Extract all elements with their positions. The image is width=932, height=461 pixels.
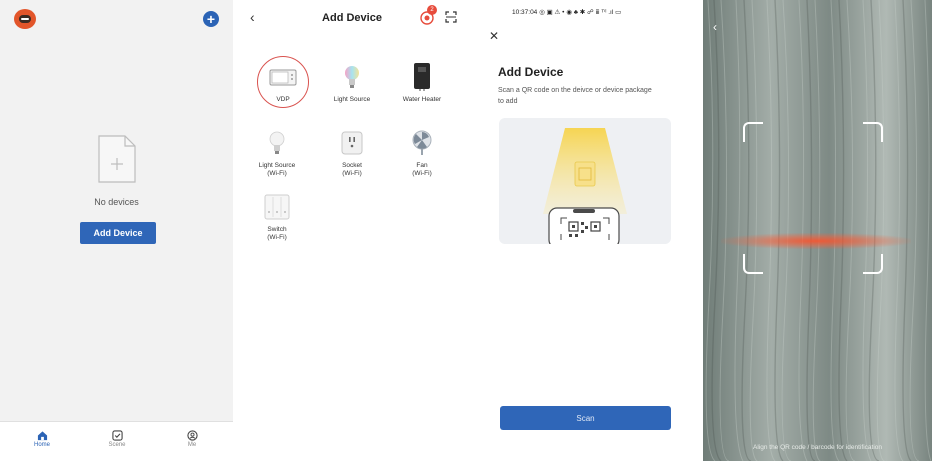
tab-scene[interactable]: Scene (97, 428, 137, 448)
status-time: 10:37:04 (512, 9, 538, 16)
scan-frame-corner (743, 254, 763, 274)
device-connectivity: (Wi-Fi) (267, 170, 287, 177)
phone-scan-illustration (499, 118, 671, 244)
back-chevron-icon[interactable]: ‹ (713, 20, 717, 34)
qr-camera-screen: ‹ Align the QR code / barcode for identi… (703, 0, 932, 461)
device-name: Socket (342, 162, 362, 169)
device-name: Fan (416, 162, 428, 169)
notification-badge: 2 (427, 5, 437, 15)
scan-frame-corner (743, 122, 763, 142)
device-connectivity: (Wi-Fi) (267, 234, 287, 241)
user-icon (186, 428, 198, 441)
device-item-switch-wifi[interactable]: Switch (Wi-Fi) (245, 192, 309, 242)
app-logo-icon (14, 9, 36, 29)
home-screen: + No devices Add Device Home Scene Me (0, 0, 233, 461)
socket-icon (337, 128, 367, 158)
tab-label: Me (187, 442, 197, 448)
add-plus-icon[interactable]: + (203, 11, 219, 27)
device-item-light-source-wifi[interactable]: Light Source (Wi-Fi) (245, 128, 309, 178)
scan-hint-text: Align the QR code / barcode for identifi… (753, 444, 882, 451)
device-item-socket-wifi[interactable]: Socket (Wi-Fi) (320, 128, 384, 178)
empty-document-icon (97, 134, 137, 184)
device-name: Water Heater (402, 96, 442, 103)
tab-label: Scene (108, 442, 126, 448)
instruction-text: Scan a QR code on the deivce or device p… (498, 87, 652, 105)
device-name: VDP (276, 96, 290, 103)
add-device-list-screen: ‹ Add Device 2 VDP Light Source Water He… (240, 0, 464, 461)
add-device-button[interactable]: Add Device (80, 222, 156, 244)
bulb-icon (337, 62, 367, 92)
tab-me[interactable]: Me (172, 428, 212, 448)
scan-button[interactable]: Scan (500, 406, 671, 430)
device-item-light-source[interactable]: Light Source (320, 62, 384, 104)
home-icon (37, 428, 48, 441)
fan-icon (407, 128, 437, 158)
bulb-icon (262, 128, 292, 158)
tab-home[interactable]: Home (22, 428, 62, 448)
device-connectivity: (Wi-Fi) (342, 170, 362, 177)
checkbox-icon (111, 428, 123, 441)
device-item-fan-wifi[interactable]: Fan (Wi-Fi) (390, 128, 454, 178)
qr-intro-screen: 10:37:04 ◎ ▣ ⚠ • ◉ ♣ ✱ ☍ ⅲ ᵀⁱˡ .ıl ▭ ✕ A… (472, 0, 697, 461)
scan-frame-corner (863, 254, 883, 274)
status-icons: ◎ ▣ ⚠ • ◉ ♣ ✱ ☍ ⅲ ᵀⁱˡ .ıl ▭ (539, 9, 622, 16)
bottom-tab-bar: Home Scene Me (0, 421, 233, 461)
device-name: Light Source (258, 162, 296, 169)
device-connectivity: (Wi-Fi) (412, 170, 432, 177)
camera-viewfinder (703, 0, 932, 461)
device-item-water-heater[interactable]: Water Heater (390, 62, 454, 104)
device-name: Switch (267, 226, 287, 233)
device-item-vdp[interactable]: VDP (251, 62, 315, 104)
water-heater-icon (407, 62, 437, 92)
monitor-icon (268, 62, 298, 92)
scan-frame-corner (863, 122, 883, 142)
scan-laser-line (721, 233, 911, 249)
device-name: Light Source (333, 96, 371, 103)
close-icon[interactable]: ✕ (489, 29, 499, 43)
panel-divider (464, 0, 472, 461)
empty-state-text: No devices (94, 197, 139, 207)
scan-frame-icon[interactable] (445, 10, 457, 23)
status-bar: 10:37:04 ◎ ▣ ⚠ • ◉ ♣ ✱ ☍ ⅲ ᵀⁱˡ .ıl ▭ (512, 8, 621, 16)
tab-label: Home (33, 442, 50, 448)
page-title: Add Device (498, 65, 564, 79)
switch-icon (262, 192, 292, 222)
